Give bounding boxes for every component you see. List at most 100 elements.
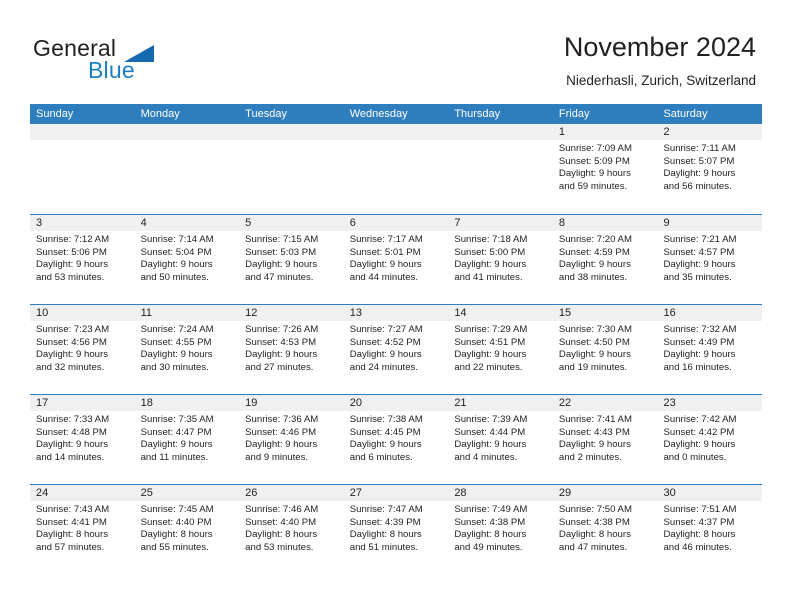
sunset-time: Sunset: 4:56 PM [36, 336, 107, 348]
calendar-week-row: 10 Sunrise: 7:23 AM Sunset: 4:56 PM Dayligh… [30, 304, 763, 394]
page-header: General Blue November 2024 Niederhasli, … [0, 0, 792, 102]
sunset-time: Sunset: 5:00 PM [454, 246, 526, 258]
sunset-time: Sunset: 4:48 PM [36, 426, 107, 438]
calendar-day-cell[interactable]: 4 Sunrise: 7:14 AM Sunset: 5:04 PM Daylight… [134, 215, 240, 304]
day-details: Sunrise: 7:39 AM Sunset: 4:44 PM Daylight:… [448, 411, 553, 464]
calendar-day-cell[interactable]: 8 Sunrise: 7:20 AM Sunset: 4:59 PM Daylight… [552, 215, 658, 304]
sunrise-time: Sunrise: 7:43 AM [36, 504, 110, 515]
day-number: 23 [657, 395, 763, 411]
day-details: Sunrise: 7:12 AM Sunset: 5:06 PM Daylight:… [30, 231, 135, 284]
daylight-duration-line1: Daylight: 9 hours [558, 439, 631, 451]
daylight-duration-line1: Daylight: 9 hours [558, 168, 631, 180]
title-block: November 2024 Niederhasli, Zurich, Switz… [564, 30, 756, 89]
sunrise-time: Sunrise: 7:41 AM [558, 414, 632, 425]
calendar-day-cell[interactable]: 3 Sunrise: 7:12 AM Sunset: 5:06 PM Daylight… [30, 215, 135, 304]
sunset-time: Sunset: 5:06 PM [36, 246, 107, 258]
calendar-day-cell[interactable]: 6 Sunrise: 7:17 AM Sunset: 5:01 PM Daylight… [343, 215, 449, 304]
daylight-duration-line2: and 55 minutes. [140, 541, 209, 553]
calendar-day-cell[interactable]: 15 Sunrise: 7:30 AM Sunset: 4:50 PM Dayligh… [552, 305, 658, 394]
daylight-duration-line1: Daylight: 9 hours [454, 259, 527, 271]
calendar-day-cell[interactable]: 13 Sunrise: 7:27 AM Sunset: 4:52 PM Dayligh… [343, 305, 449, 394]
calendar-day-cell[interactable]: 7 Sunrise: 7:18 AM Sunset: 5:00 PM Daylight… [448, 215, 553, 304]
day-number [239, 124, 344, 140]
calendar-day-cell[interactable]: 2 Sunrise: 7:11 AM Sunset: 5:07 PM Daylight… [657, 124, 763, 214]
weekday-header-tuesday: Tuesday [245, 108, 287, 120]
daylight-duration-line2: and 19 minutes. [558, 361, 628, 373]
daylight-duration-line2: and 32 minutes. [36, 361, 105, 373]
sunrise-time: Sunrise: 7:39 AM [454, 414, 528, 425]
day-number: 13 [343, 305, 449, 321]
sunset-time: Sunset: 4:43 PM [558, 426, 630, 438]
day-details: Sunrise: 7:29 AM Sunset: 4:51 PM Daylight:… [448, 321, 553, 374]
weekday-header-saturday: Saturday [663, 108, 708, 120]
sunset-time: Sunset: 4:50 PM [558, 336, 630, 348]
day-number: 12 [239, 305, 344, 321]
daylight-duration-line1: Daylight: 9 hours [663, 439, 736, 451]
day-details: Sunrise: 7:27 AM Sunset: 4:52 PM Daylight:… [344, 321, 449, 374]
sunrise-time: Sunrise: 7:11 AM [663, 143, 736, 154]
calendar-weeks: 1 Sunrise: 7:09 AM Sunset: 5:09 PM Daylight… [30, 124, 763, 574]
calendar-day-cell[interactable]: 19 Sunrise: 7:36 AM Sunset: 4:46 PM Dayligh… [239, 395, 344, 484]
calendar-day-cell[interactable]: 18 Sunrise: 7:35 AM Sunset: 4:47 PM Dayligh… [134, 395, 240, 484]
day-number: 3 [30, 215, 135, 231]
calendar-day-cell[interactable]: 16 Sunrise: 7:32 AM Sunset: 4:49 PM Dayligh… [657, 305, 763, 394]
daylight-duration-line1: Daylight: 8 hours [454, 529, 527, 541]
location-subtitle: Niederhasli, Zurich, Switzerland [566, 73, 756, 88]
daylight-duration-line1: Daylight: 8 hours [245, 529, 318, 541]
calendar-day-cell[interactable]: 27 Sunrise: 7:47 AM Sunset: 4:39 PM Dayligh… [343, 485, 449, 574]
calendar-day-cell[interactable]: 26 Sunrise: 7:46 AM Sunset: 4:40 PM Dayligh… [239, 485, 344, 574]
sunrise-time: Sunrise: 7:46 AM [245, 504, 319, 515]
daylight-duration-line1: Daylight: 9 hours [245, 439, 318, 451]
sunset-time: Sunset: 4:57 PM [663, 246, 735, 258]
sunrise-time: Sunrise: 7:14 AM [140, 234, 214, 245]
calendar-day-cell[interactable]: 24 Sunrise: 7:43 AM Sunset: 4:41 PM Dayligh… [30, 485, 135, 574]
calendar-day-cell[interactable]: 12 Sunrise: 7:26 AM Sunset: 4:53 PM Dayligh… [239, 305, 344, 394]
calendar-day-cell[interactable]: 23 Sunrise: 7:42 AM Sunset: 4:42 PM Dayligh… [657, 395, 763, 484]
brand-logo[interactable]: General Blue [33, 35, 253, 89]
sunrise-time: Sunrise: 7:45 AM [140, 504, 214, 515]
calendar-day-cell[interactable]: 9 Sunrise: 7:21 AM Sunset: 4:57 PM Daylight… [657, 215, 763, 304]
daylight-duration-line1: Daylight: 9 hours [558, 259, 631, 271]
calendar-day-cell[interactable]: 14 Sunrise: 7:29 AM Sunset: 4:51 PM Dayligh… [448, 305, 553, 394]
sunrise-time: Sunrise: 7:17 AM [349, 234, 423, 245]
calendar-day-cell[interactable]: 1 Sunrise: 7:09 AM Sunset: 5:09 PM Daylight… [552, 124, 658, 214]
weekday-header-row: Sunday Monday Tuesday Wednesday Thursday… [30, 104, 762, 124]
day-details: Sunrise: 7:33 AM Sunset: 4:48 PM Daylight:… [30, 411, 135, 464]
daylight-duration-line2: and 56 minutes. [663, 180, 732, 192]
calendar-day-cell[interactable]: 5 Sunrise: 7:15 AM Sunset: 5:03 PM Daylight… [239, 215, 344, 304]
calendar-day-cell[interactable]: 21 Sunrise: 7:39 AM Sunset: 4:44 PM Dayligh… [448, 395, 553, 484]
sunrise-time: Sunrise: 7:36 AM [245, 414, 319, 425]
daylight-duration-line1: Daylight: 9 hours [36, 259, 108, 271]
day-details: Sunrise: 7:47 AM Sunset: 4:39 PM Daylight:… [344, 501, 449, 554]
daylight-duration-line2: and 16 minutes. [663, 361, 732, 373]
day-details: Sunrise: 7:21 AM Sunset: 4:57 PM Daylight:… [657, 231, 762, 284]
daylight-duration-line1: Daylight: 8 hours [558, 529, 631, 541]
daylight-duration-line2: and 24 minutes. [349, 361, 419, 373]
calendar-day-cell[interactable]: 28 Sunrise: 7:49 AM Sunset: 4:38 PM Dayligh… [448, 485, 553, 574]
calendar-day-cell[interactable]: 22 Sunrise: 7:41 AM Sunset: 4:43 PM Dayligh… [552, 395, 658, 484]
day-details: Sunrise: 7:45 AM Sunset: 4:40 PM Daylight:… [135, 501, 240, 554]
sunset-time: Sunset: 4:53 PM [245, 336, 317, 348]
calendar-day-cell[interactable]: 29 Sunrise: 7:50 AM Sunset: 4:38 PM Dayligh… [552, 485, 658, 574]
calendar-day-cell[interactable]: 17 Sunrise: 7:33 AM Sunset: 4:48 PM Dayligh… [30, 395, 135, 484]
day-number: 25 [134, 485, 240, 501]
daylight-duration-line2: and 53 minutes. [245, 541, 314, 553]
calendar-week-row: 17 Sunrise: 7:33 AM Sunset: 4:48 PM Dayligh… [30, 394, 763, 484]
calendar-day-cell[interactable]: 20 Sunrise: 7:38 AM Sunset: 4:45 PM Dayligh… [343, 395, 449, 484]
daylight-duration-line2: and 4 minutes. [454, 451, 518, 463]
day-details: Sunrise: 7:17 AM Sunset: 5:01 PM Daylight:… [344, 231, 449, 284]
calendar-day-cell[interactable]: 30 Sunrise: 7:51 AM Sunset: 4:37 PM Dayligh… [657, 485, 763, 574]
sunset-time: Sunset: 5:09 PM [558, 155, 630, 167]
daylight-duration-line1: Daylight: 9 hours [140, 349, 213, 361]
day-number: 16 [657, 305, 763, 321]
sunset-time: Sunset: 4:38 PM [454, 516, 526, 528]
daylight-duration-line2: and 50 minutes. [140, 271, 209, 283]
calendar-day-cell[interactable]: 25 Sunrise: 7:45 AM Sunset: 4:40 PM Dayligh… [134, 485, 240, 574]
sunrise-time: Sunrise: 7:47 AM [349, 504, 423, 515]
calendar-day-cell[interactable]: 11 Sunrise: 7:24 AM Sunset: 4:55 PM Dayligh… [134, 305, 240, 394]
calendar-day-cell[interactable]: 10 Sunrise: 7:23 AM Sunset: 4:56 PM Dayligh… [30, 305, 135, 394]
sunset-time: Sunset: 4:39 PM [349, 516, 421, 528]
day-number: 4 [134, 215, 240, 231]
sunset-time: Sunset: 4:40 PM [140, 516, 212, 528]
daylight-duration-line2: and 57 minutes. [36, 541, 105, 553]
